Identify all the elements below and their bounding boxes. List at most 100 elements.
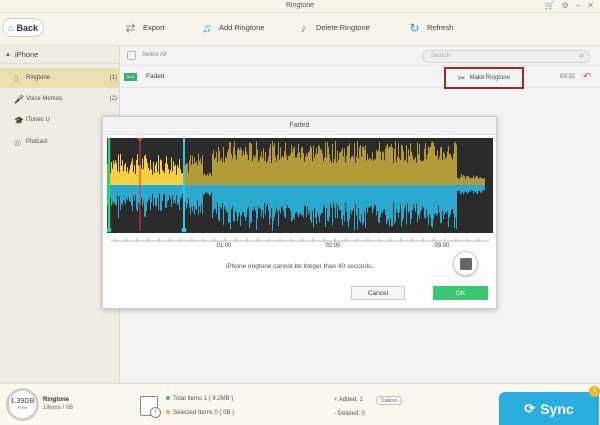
back-button[interactable]: ⌂ Back: [2, 18, 44, 37]
waveform-bar-top: [326, 157, 327, 185]
stop-button[interactable]: [453, 251, 478, 276]
waveform-bar-top: [138, 165, 139, 185]
waveform-bar-bottom: [350, 185, 351, 211]
waveform-bar-top: [291, 145, 292, 185]
settings-icon[interactable]: ⚙: [562, 1, 569, 11]
waveform-bar-top: [456, 144, 457, 185]
waveform-bar-top: [225, 156, 226, 185]
waveform-bar-bottom: [330, 185, 331, 205]
waveform-bar-top: [328, 147, 329, 185]
waveform-bar-top: [445, 158, 446, 185]
waveform-bar-bottom: [402, 185, 403, 222]
waveform-bar-top: [419, 143, 420, 185]
waveform-bar-top: [293, 148, 294, 185]
waveform-bar-bottom: [387, 185, 388, 222]
ok-button[interactable]: OK: [433, 286, 488, 300]
waveform-bar-bottom: [383, 185, 384, 211]
add-ringtone-button[interactable]: ♫ Add Ringtone: [198, 20, 264, 35]
waveform-bar-top: [315, 154, 316, 185]
waveform-bar-bottom: [134, 185, 135, 201]
refresh-button[interactable]: ↻ Refresh: [406, 20, 453, 35]
waveform-bar-bottom: [225, 185, 226, 210]
refresh-label: Refresh: [427, 23, 454, 32]
waveform-bar-bottom: [341, 185, 342, 220]
waveform-bar-bottom: [114, 185, 115, 203]
waveform-graphic[interactable]: 01:00 02:00 03:00: [107, 138, 493, 250]
waveform-bar-top: [473, 175, 474, 185]
waveform-bar-bottom: [343, 185, 344, 216]
waveform-bar-top: [191, 164, 192, 185]
waveform-bar-bottom: [267, 185, 268, 204]
waveform-bar-bottom: [425, 185, 426, 220]
waveform-bar-bottom: [202, 185, 203, 215]
close-icon[interactable]: ✕: [587, 1, 594, 11]
waveform-bar-bottom: [445, 185, 446, 213]
delete-ringtone-button[interactable]: ♪ Delete Ringtone: [295, 20, 370, 35]
waveform-bar-bottom: [307, 185, 308, 208]
waveform-bar-bottom: [115, 185, 116, 205]
waveform-bar-top: [242, 155, 243, 185]
waveform-bar-bottom: [138, 185, 139, 204]
waveform-bar-bottom: [135, 185, 136, 195]
stop-icon: [459, 257, 472, 270]
waveform-bar-top: [339, 152, 340, 185]
waveform-bar-top: [447, 151, 448, 185]
waveform-editor[interactable]: 01:00 02:00 03:00: [107, 138, 493, 250]
waveform-bar-top: [424, 148, 425, 185]
title-bar: Ringtone 🛒 ⚙ – ✕: [0, 0, 600, 13]
waveform-bar-bottom: [263, 185, 264, 219]
waveform-bar-bottom: [167, 185, 168, 202]
waveform-bar-top: [482, 178, 483, 185]
minimize-icon[interactable]: –: [576, 1, 580, 11]
waveform-bar-bottom: [235, 185, 236, 211]
cancel-button[interactable]: Cancel: [351, 286, 405, 300]
waveform-bar-bottom: [315, 185, 316, 218]
waveform-bar-top: [217, 162, 218, 185]
footer-cancel-button[interactable]: Cancel: [376, 396, 402, 405]
waveform-bar-top: [144, 156, 145, 185]
start-handle-knob[interactable]: [107, 227, 112, 233]
waveform-bar-top: [169, 173, 170, 185]
waveform-bar-bottom: [288, 185, 289, 209]
waveform-bar-top: [481, 177, 482, 185]
waveform-bar-bottom: [366, 185, 367, 208]
cart-icon[interactable]: 🛒: [545, 1, 555, 11]
export-button[interactable]: ⇄ Export: [122, 20, 164, 35]
sync-button[interactable]: ⟳ Sync: [499, 392, 599, 425]
waveform-bar-bottom: [374, 185, 375, 206]
waveform-bar-bottom: [395, 185, 396, 222]
waveform-bar-top: [363, 146, 364, 185]
waveform-bars: [107, 141, 485, 231]
waveform-bar-top: [376, 150, 377, 185]
sync-count-badge: 1: [589, 386, 600, 397]
waveform-bar-top: [254, 157, 255, 185]
waveform-bar-top: [396, 161, 397, 185]
waveform-bar-bottom: [306, 185, 307, 218]
waveform-bar-bottom: [480, 185, 481, 193]
waveform-bar-bottom: [194, 185, 195, 215]
waveform-bar-bottom: [220, 185, 221, 207]
waveform-bar-bottom: [207, 185, 208, 194]
added-count: + Added: 1: [334, 397, 363, 403]
waveform-bar-top: [305, 156, 306, 185]
waveform-bar-bottom: [317, 185, 318, 213]
waveform-bar-top: [359, 147, 360, 185]
waveform-bar-bottom: [349, 185, 350, 220]
waveform-bar-bottom: [351, 185, 352, 215]
waveform-bar-top: [395, 141, 396, 185]
end-handle-knob[interactable]: [181, 227, 187, 233]
waveform-bar-bottom: [210, 185, 211, 196]
waveform-bar-top: [249, 142, 250, 185]
waveform-bar-top: [311, 147, 312, 185]
waveform-bar-bottom: [431, 185, 432, 227]
waveform-bar-bottom: [300, 185, 301, 213]
waveform-bar-top: [188, 172, 189, 185]
waveform-bar-top: [223, 146, 224, 185]
waveform-bar-top: [432, 141, 433, 185]
waveform-bar-top: [298, 143, 299, 185]
waveform-bar-top: [168, 168, 169, 185]
waveform-bar-top: [288, 155, 289, 185]
waveform-bar-bottom: [458, 185, 459, 192]
waveform-bar-bottom: [170, 185, 171, 198]
waveform-bar-top: [300, 158, 301, 185]
